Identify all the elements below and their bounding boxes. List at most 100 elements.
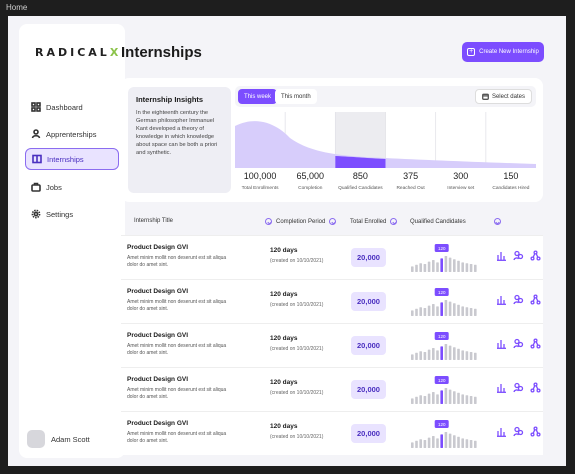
insights-tabbar: This week This month Select dates	[235, 86, 536, 107]
row-title: Product Design GVI	[127, 244, 189, 251]
th-enrolled[interactable]: Total Enrolled	[350, 218, 398, 225]
spark-bar	[419, 351, 422, 360]
row-enrolled: 20,000	[351, 248, 386, 267]
table-row[interactable]: Product Design GVI Amet minim mollit non…	[121, 411, 543, 455]
spark-bar	[427, 261, 431, 272]
gear-icon	[31, 209, 41, 219]
insights-text: In the eighteenth century the German phi…	[136, 110, 218, 156]
spark-bar	[469, 352, 473, 360]
tab-this-week[interactable]: This week	[238, 89, 278, 104]
spark-bar	[423, 352, 427, 360]
bar-chart-icon[interactable]	[496, 250, 507, 261]
table-row[interactable]: Product Design GVI Amet minim mollit non…	[121, 279, 543, 323]
th-qualified[interactable]: Qualified Candidates	[410, 218, 501, 225]
th-period[interactable]: Completion Period	[276, 218, 337, 225]
spark-bar	[474, 440, 477, 448]
row-description: Amet minim mollit non deserunt est sit a…	[127, 299, 227, 312]
sidebar-item-jobs[interactable]: Jobs	[25, 176, 119, 198]
spark-bar	[432, 304, 435, 316]
share-icon[interactable]	[530, 294, 541, 305]
spark-bar	[423, 264, 427, 272]
spark-bar	[427, 437, 431, 448]
users-icon	[31, 129, 41, 139]
insights-card: Internship Insights In the eighteenth ce…	[128, 87, 231, 193]
share-icon[interactable]	[530, 426, 541, 437]
spark-bar	[419, 307, 422, 316]
tab-this-month[interactable]: This month	[275, 89, 317, 104]
th-enrolled-label: Total Enrolled	[350, 218, 387, 225]
avatar	[27, 430, 45, 448]
spark-bar	[411, 354, 414, 360]
sort-icon	[265, 218, 272, 225]
table-row[interactable]: Product Design GVI Amet minim mollit non…	[121, 367, 543, 411]
spark-bar	[461, 394, 464, 404]
bar-chart-icon[interactable]	[496, 426, 507, 437]
spark-bar	[423, 308, 427, 316]
create-internship-button[interactable]: + Create New Internship	[462, 42, 544, 62]
frame-label: Home	[6, 3, 28, 12]
spark-bar	[453, 391, 456, 404]
spark-bar	[432, 392, 435, 404]
row-description: Amet minim mollit non deserunt est sit a…	[127, 431, 227, 444]
spark-bar	[448, 301, 452, 316]
spark-bar	[415, 352, 418, 360]
sort-icon	[390, 218, 398, 225]
spark-bar	[453, 259, 456, 272]
people-icon[interactable]	[513, 382, 524, 393]
spark-bar	[432, 436, 435, 448]
th-title[interactable]: Internship Title	[134, 218, 173, 224]
funnel-label: Qualified Candidates	[338, 185, 383, 191]
spark-bar	[411, 266, 414, 272]
logo-accent: X	[109, 46, 122, 59]
spark-bar	[469, 308, 473, 316]
user-name: Adam Scott	[51, 434, 90, 444]
people-icon[interactable]	[513, 426, 524, 437]
spark-bar	[440, 258, 443, 272]
people-icon[interactable]	[513, 294, 524, 305]
sidebar-item-label: Dashboard	[46, 102, 83, 112]
people-icon[interactable]	[513, 250, 524, 261]
sidebar-item-apprenterships[interactable]: Apprenterships	[25, 123, 119, 145]
user-profile[interactable]: Adam Scott	[27, 430, 90, 448]
people-icon[interactable]	[513, 338, 524, 349]
table-row[interactable]: Product Design GVI Amet minim mollit non…	[121, 235, 543, 279]
row-description: Amet minim mollit non deserunt est sit a…	[127, 387, 227, 400]
spark-bar	[461, 350, 464, 360]
spark-bar	[474, 308, 477, 316]
calendar-icon	[482, 93, 489, 100]
funnel-value: 100,000	[244, 171, 277, 181]
spark-badge-label: 120	[438, 246, 446, 251]
sort-icon	[329, 218, 337, 225]
row-period: 120 days	[270, 379, 298, 386]
bar-chart-icon[interactable]	[496, 382, 507, 393]
sidebar-item-settings[interactable]: Settings	[25, 203, 119, 225]
spark-bar	[474, 396, 477, 404]
page-title: Internships	[121, 44, 202, 61]
funnel-value: 150	[503, 171, 518, 181]
sidebar-item-dashboard[interactable]: Dashboard	[25, 96, 119, 118]
funnel-value: 850	[353, 171, 368, 181]
spark-bar	[419, 439, 422, 448]
bar-chart-icon[interactable]	[496, 294, 507, 305]
funnel-chart: 100,000 Total Enrollments 65,000 Completion…	[235, 112, 536, 191]
th-sort-spacer[interactable]	[261, 218, 272, 225]
table-row[interactable]: Product Design GVI Amet minim mollit non…	[121, 323, 543, 367]
row-title: Product Design GVI	[127, 332, 189, 339]
spark-bar	[440, 434, 443, 448]
qualified-sparkline: 120	[411, 332, 477, 360]
funnel-label: Candidates Hired	[492, 185, 529, 191]
spark-bar	[423, 440, 427, 448]
sidebar: RADICALX Dashboard Apprenterships Intern…	[19, 24, 125, 458]
sidebar-item-internships[interactable]: Internships	[25, 148, 119, 170]
share-icon[interactable]	[530, 382, 541, 393]
row-title: Product Design GVI	[127, 420, 189, 427]
share-icon[interactable]	[530, 338, 541, 349]
logo: RADICALX	[35, 46, 121, 59]
share-icon[interactable]	[530, 250, 541, 261]
spark-bar	[461, 438, 464, 448]
spark-bar	[453, 303, 456, 316]
bar-chart-icon[interactable]	[496, 338, 507, 349]
spark-bar	[419, 395, 422, 404]
select-dates-button[interactable]: Select dates	[474, 89, 532, 104]
spark-badge-label: 120	[438, 422, 446, 427]
